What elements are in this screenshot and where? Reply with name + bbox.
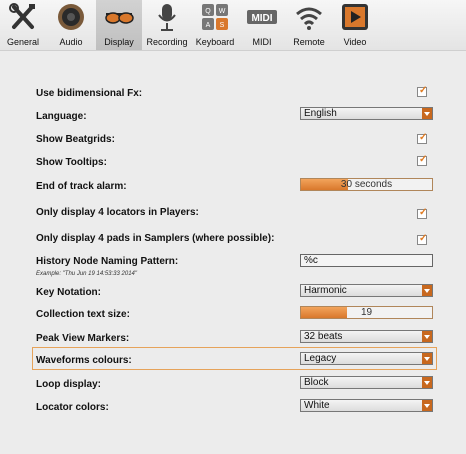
history-pattern-input[interactable]: %c [300,254,433,267]
dropdown-arrow-icon [422,285,432,296]
locators-label: Only display 4 locators in Players: [36,207,199,218]
tab-label: General [6,37,40,47]
peak-markers-select[interactable]: 32 beats [300,330,433,343]
key-w: W [219,8,226,15]
midi-icon: MIDI [247,10,277,24]
loop-display-value: Block [304,377,329,388]
key-s: S [220,22,225,29]
key-a: A [206,22,211,29]
dropdown-arrow-icon [422,377,432,388]
tab-label: MIDI [252,37,272,47]
tooltips-label: Show Tooltips: [36,157,107,168]
wifi-icon [296,7,322,30]
text-size-slider[interactable]: 19 [300,306,433,319]
language-label: Language: [36,111,87,122]
tab-keyboard[interactable]: Q W A S Keyboard [192,0,238,50]
pads-checkbox[interactable] [417,233,427,245]
tab-label: Audio [59,37,83,47]
text-size-value: 19 [360,307,373,318]
midi-text: MIDI [251,13,272,24]
tab-audio[interactable]: Audio [46,0,96,50]
tab-midi[interactable]: MIDI MIDI [238,0,286,50]
alarm-value: 30 seconds [340,179,393,190]
speaker-icon [58,4,84,30]
loop-display-label: Loop display: [36,379,101,390]
video-play-icon [342,4,368,30]
preferences-toolbar: General Audio Display Recording Q W A S … [0,0,466,51]
tab-recording[interactable]: Recording [142,0,192,50]
tab-label: Display [104,37,134,47]
history-label: History Node Naming Pattern: [36,256,179,267]
tab-general[interactable]: General [0,0,46,50]
peak-markers-label: Peak View Markers: [36,333,130,344]
tab-label: Recording [146,37,188,47]
tab-video[interactable]: Video [332,0,378,50]
loop-display-select[interactable]: Block [300,376,433,389]
tab-label: Video [343,37,367,47]
dropdown-arrow-icon [422,331,432,342]
alarm-label: End of track alarm: [36,181,127,192]
tab-remote[interactable]: Remote [286,0,332,50]
locators-checkbox[interactable] [417,207,427,219]
tools-icon [9,3,35,29]
peak-markers-value: 32 beats [304,331,343,342]
tab-label: Keyboard [195,37,235,47]
bidimensional-fx-label: Use bidimensional Fx: [36,88,143,99]
dropdown-arrow-icon [422,400,432,411]
language-select[interactable]: English [300,107,433,120]
history-example: Example: "Thu Jun 19 14:53:33 2014" [36,271,137,277]
key-q: Q [205,8,211,15]
tab-display[interactable]: Display [96,0,142,50]
key-notation-value: Harmonic [304,285,347,296]
locator-colors-value: White [304,400,330,411]
bidimensional-fx-checkbox[interactable] [417,85,427,97]
locator-colors-label: Locator colors: [36,402,109,413]
waveform-colours-label: Waveforms colours: [36,355,132,366]
sunglasses-icon [105,12,134,24]
key-notation-select[interactable]: Harmonic [300,284,433,297]
tooltips-checkbox[interactable] [417,154,427,166]
alarm-slider[interactable]: 30 seconds [300,178,433,191]
language-value: English [304,108,337,119]
text-size-label: Collection text size: [36,309,130,320]
beatgrids-checkbox[interactable] [417,132,427,144]
tab-label: Remote [293,37,325,47]
pads-label: Only display 4 pads in Samplers (where p… [36,233,275,244]
microphone-icon [158,4,176,31]
dropdown-arrow-icon [422,108,432,119]
keyboard-keys-icon: Q W A S [202,4,228,30]
waveform-colours-value: Legacy [304,353,337,364]
beatgrids-label: Show Beatgrids: [36,134,115,145]
key-notation-label: Key Notation: [36,287,101,298]
waveform-colours-select[interactable]: Legacy [300,352,433,365]
locator-colors-select[interactable]: White [300,399,433,412]
dropdown-arrow-icon [422,353,432,364]
